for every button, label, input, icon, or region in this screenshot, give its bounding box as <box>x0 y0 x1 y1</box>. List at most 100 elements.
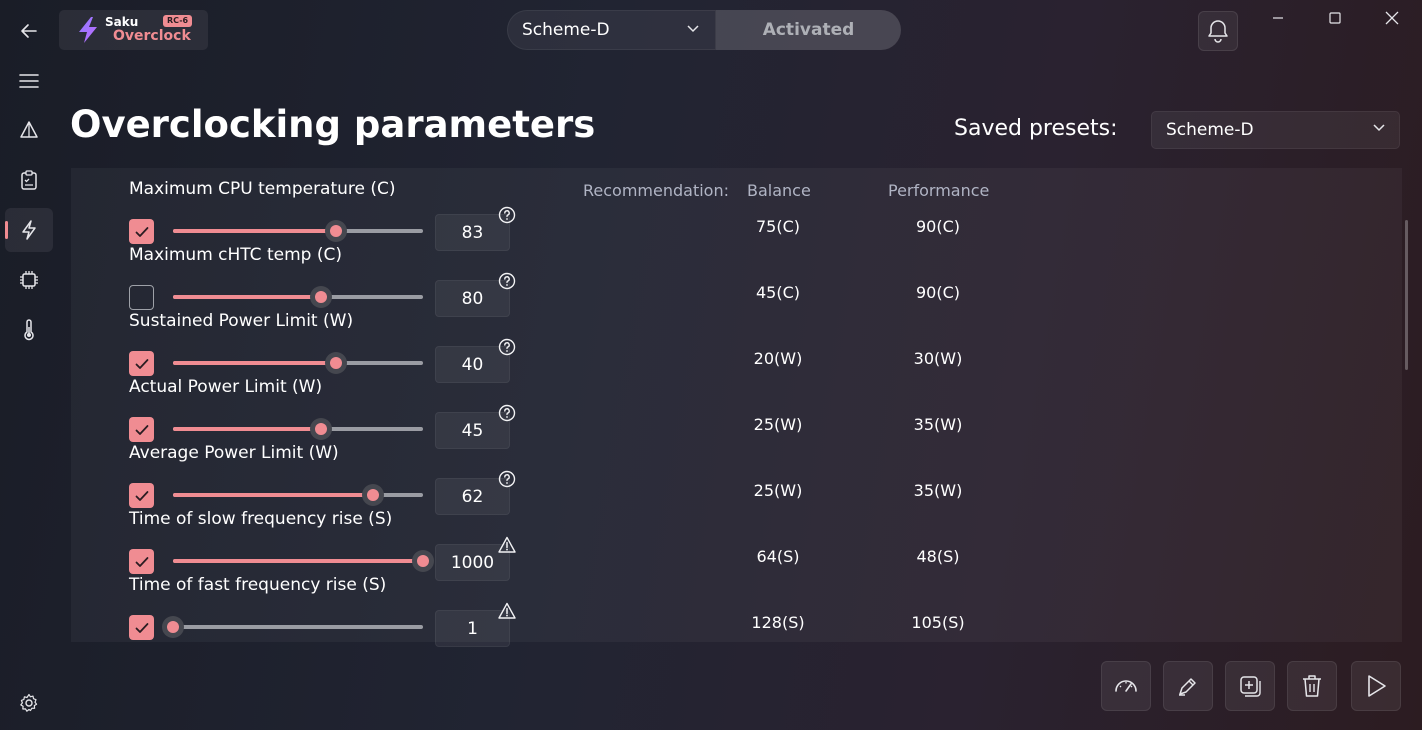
help-circle-icon <box>498 470 516 488</box>
param-enable-checkbox[interactable] <box>129 549 154 574</box>
param-row: Time of fast frequency rise (S) 1 128(S) 10… <box>71 575 1402 647</box>
nav-item-warning[interactable] <box>5 108 53 152</box>
nav-item-temperature[interactable] <box>5 308 53 352</box>
param-row: Average Power Limit (W) 62 25(W) 35(W) <box>71 443 1402 515</box>
speedometer-icon <box>1115 680 1137 692</box>
edit-preset-button[interactable] <box>1163 661 1213 711</box>
slider-fill <box>173 493 373 497</box>
param-slider[interactable] <box>173 550 434 572</box>
play-icon <box>1368 675 1386 697</box>
param-label: Maximum CPU temperature (C) <box>129 179 396 199</box>
param-hint[interactable] <box>498 206 516 224</box>
param-label: Sustained Power Limit (W) <box>129 311 354 331</box>
chip-icon <box>20 271 38 289</box>
param-hint[interactable] <box>498 338 516 356</box>
chevron-down-icon <box>687 25 699 33</box>
activated-button[interactable]: Activated <box>716 10 901 50</box>
trash-icon <box>1303 675 1321 697</box>
thermometer-icon <box>24 319 34 341</box>
param-slider[interactable] <box>173 484 423 506</box>
scheme-dropdown[interactable]: Scheme-D <box>507 10 716 50</box>
param-hint[interactable] <box>498 536 516 554</box>
balance-value: 45(C) <box>755 283 800 302</box>
param-row: Time of slow frequency rise (S) 1000 64(S)… <box>71 509 1402 581</box>
param-label: Time of fast frequency rise (S) <box>129 575 387 595</box>
slider-thumb[interactable] <box>325 220 347 242</box>
slider-fill <box>173 295 321 299</box>
param-label: Average Power Limit (W) <box>129 443 339 463</box>
param-hint[interactable] <box>498 470 516 488</box>
app-logo: Saku Overclock RC-6 <box>59 10 208 50</box>
balance-value: 128(S) <box>751 613 805 632</box>
param-enable-checkbox[interactable] <box>129 285 154 310</box>
checkmark-icon <box>135 490 148 501</box>
settings-button[interactable] <box>5 681 53 725</box>
help-circle-icon <box>498 272 516 290</box>
slider-thumb[interactable] <box>310 286 332 308</box>
panel-scrollbar[interactable] <box>1405 220 1408 370</box>
slider-thumb[interactable] <box>362 484 384 506</box>
slider-fill <box>173 361 336 365</box>
param-enable-checkbox[interactable] <box>129 615 154 640</box>
version-badge: RC-6 <box>163 15 193 27</box>
param-row: Maximum cHTC temp (C) 80 45(C) 90(C) <box>71 245 1402 317</box>
slider-thumb[interactable] <box>412 550 434 572</box>
checkmark-icon <box>135 622 148 633</box>
param-slider[interactable] <box>173 418 423 440</box>
param-slider[interactable] <box>173 220 423 242</box>
minimize-icon <box>1273 17 1283 19</box>
parameters-panel: Recommendation: Balance Performance Maxi… <box>71 168 1402 647</box>
param-label: Maximum cHTC temp (C) <box>129 245 342 265</box>
slider-fill <box>173 427 321 431</box>
performance-value: 105(S) <box>911 613 965 632</box>
param-enable-checkbox[interactable] <box>129 483 154 508</box>
help-circle-icon <box>498 206 516 224</box>
apply-preset-button[interactable] <box>1351 661 1401 711</box>
param-enable-checkbox[interactable] <box>129 219 154 244</box>
param-hint[interactable] <box>498 272 516 290</box>
slider-thumb[interactable] <box>162 616 184 638</box>
balance-value: 25(W) <box>753 481 803 500</box>
param-slider[interactable] <box>173 286 423 308</box>
checkmark-icon <box>135 226 148 237</box>
nav-item-clipboard[interactable] <box>5 158 53 202</box>
param-enable-checkbox[interactable] <box>129 417 154 442</box>
param-label: Time of slow frequency rise (S) <box>129 509 393 529</box>
balance-value: 64(S) <box>756 547 800 566</box>
maximize-button[interactable] <box>1324 7 1346 29</box>
performance-value: 90(C) <box>915 217 960 236</box>
clipboard-icon <box>21 170 37 190</box>
bell-icon <box>1208 20 1228 43</box>
nav-item-cpu[interactable] <box>5 258 53 302</box>
slider-thumb[interactable] <box>325 352 347 374</box>
settings-gear-icon <box>20 693 38 712</box>
minimize-button[interactable] <box>1267 7 1289 29</box>
param-hint[interactable] <box>498 602 516 620</box>
apply-optimal-button[interactable] <box>1101 661 1151 711</box>
menu-button[interactable] <box>5 59 53 103</box>
add-preset-button[interactable] <box>1225 661 1275 711</box>
logo-bolt-icon <box>79 17 97 43</box>
triangle-warning-icon <box>20 121 38 138</box>
delete-preset-button[interactable] <box>1287 661 1337 711</box>
close-button[interactable] <box>1381 7 1403 29</box>
maximize-icon <box>1329 12 1341 24</box>
logo-product: Overclock <box>113 28 191 44</box>
page-title: Overclocking parameters <box>70 103 596 146</box>
warning-icon <box>498 602 516 619</box>
param-slider[interactable] <box>173 352 423 374</box>
param-hint[interactable] <box>498 404 516 422</box>
param-label: Actual Power Limit (W) <box>129 377 323 397</box>
checkmark-icon <box>135 556 148 567</box>
param-slider[interactable] <box>162 616 423 638</box>
param-enable-checkbox[interactable] <box>129 351 154 376</box>
notifications-button[interactable] <box>1198 11 1238 51</box>
checkmark-icon <box>135 358 148 369</box>
slider-thumb[interactable] <box>310 418 332 440</box>
back-button[interactable] <box>5 9 53 53</box>
add-preset-icon <box>1240 676 1261 697</box>
warning-icon <box>498 536 516 553</box>
saved-presets-dropdown[interactable]: Scheme-D <box>1151 111 1400 149</box>
nav-item-overclock[interactable] <box>5 208 53 252</box>
balance-value: 20(W) <box>753 349 803 368</box>
